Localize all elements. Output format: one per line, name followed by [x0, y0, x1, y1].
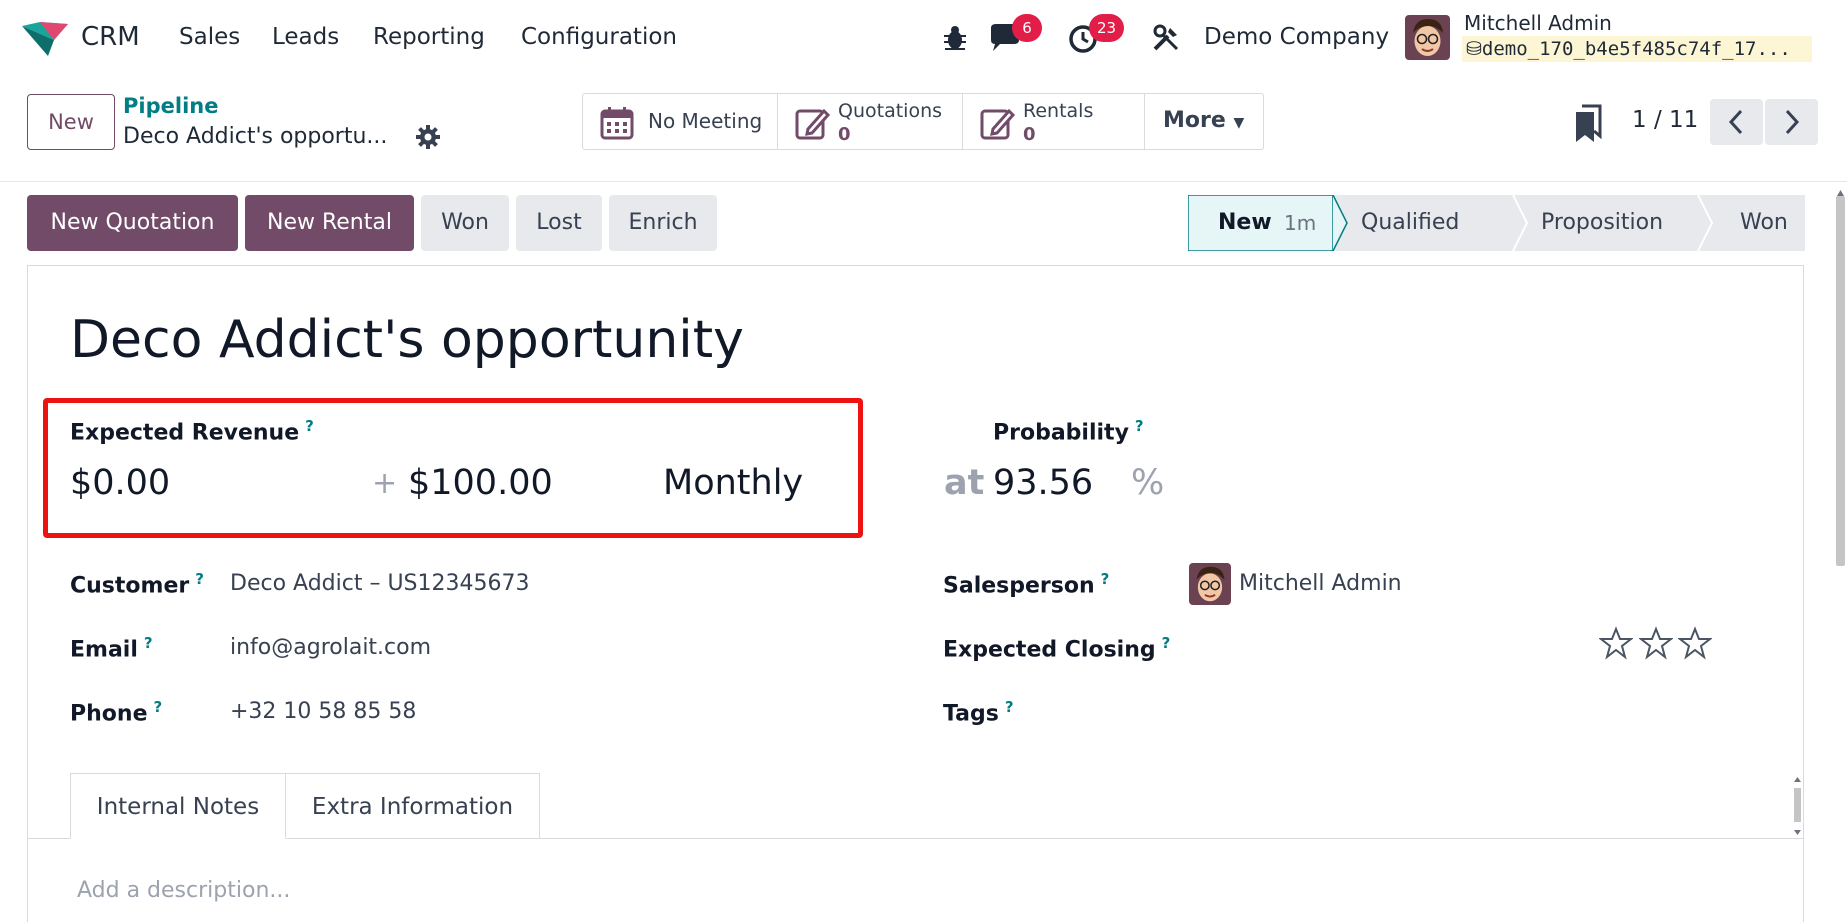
lost-button[interactable]: Lost	[516, 195, 602, 251]
description-input[interactable]: Add a description...	[77, 878, 290, 903]
inner-scrollbar[interactable]	[1791, 774, 1804, 838]
priority-star-icon[interactable]	[1678, 626, 1712, 660]
edit-document-icon	[795, 108, 830, 140]
pager-value[interactable]: 1 / 11	[1632, 107, 1698, 133]
chevron-right-icon	[1785, 109, 1800, 135]
calendar-icon	[600, 107, 634, 140]
quotations-label: Quotations	[838, 100, 943, 122]
priority-star-icon[interactable]	[1639, 626, 1673, 660]
opportunity-title[interactable]: Deco Addict's opportunity	[70, 310, 744, 370]
rentals-label: Rentals	[1023, 100, 1094, 122]
tab-internal-notes[interactable]: Internal Notes	[70, 773, 286, 839]
stage-won[interactable]: Won	[1712, 195, 1805, 251]
activities-badge: 23	[1089, 14, 1125, 42]
caret-down-icon: ▼	[1233, 115, 1245, 131]
app-name[interactable]: CRM	[81, 22, 140, 52]
database-icon: ⛁	[1466, 38, 1482, 60]
breadcrumb-current: Deco Addict's opportu...	[123, 124, 388, 149]
stage-proposition[interactable]: Proposition	[1527, 195, 1698, 251]
new-rental-button[interactable]: New Rental	[245, 195, 414, 251]
recurring-plan-field[interactable]: Monthly	[663, 463, 803, 503]
bug-icon[interactable]	[942, 24, 968, 52]
company-switcher[interactable]: Demo Company	[1204, 24, 1389, 50]
email-field[interactable]: info@agrolait.com	[230, 635, 431, 660]
stage-pipeline: New 1m Qualified Proposition Won	[1188, 195, 1805, 251]
breadcrumb-pipeline[interactable]: Pipeline	[123, 94, 218, 118]
menu-configuration[interactable]: Configuration	[521, 24, 677, 50]
salesperson-label: Salesperson?	[943, 570, 1110, 599]
chevron-left-icon	[1728, 109, 1743, 135]
at-label: at	[944, 463, 985, 503]
messages-badge: 6	[1012, 14, 1042, 42]
won-button[interactable]: Won	[421, 195, 509, 251]
help-tooltip: ?	[1161, 634, 1171, 652]
percent-sign: %	[1131, 463, 1165, 503]
expected-revenue-label: Expected Revenue?	[70, 417, 314, 446]
tags-label: Tags?	[943, 698, 1014, 727]
meeting-label: No Meeting	[648, 109, 763, 133]
menu-leads[interactable]: Leads	[272, 24, 339, 50]
help-tooltip: ?	[153, 698, 163, 716]
meeting-smart-button[interactable]: No Meeting	[583, 94, 778, 149]
help-tooltip: ?	[305, 417, 314, 435]
more-label: More ▼	[1163, 108, 1245, 133]
stage-new[interactable]: New 1m	[1188, 195, 1333, 251]
help-tooltip: ?	[143, 634, 153, 652]
rentals-count: 0	[1023, 124, 1036, 145]
gear-icon[interactable]	[415, 124, 441, 150]
tools-icon[interactable]	[1152, 24, 1180, 52]
probability-field[interactable]: 93.56	[993, 463, 1093, 503]
edit-document-icon	[980, 108, 1015, 140]
new-record-button[interactable]: New	[27, 94, 115, 150]
help-tooltip: ?	[1004, 698, 1014, 716]
bookmark-icon	[1576, 104, 1602, 142]
user-avatar[interactable]	[1405, 15, 1450, 60]
priority-star-icon[interactable]	[1599, 626, 1633, 660]
menu-reporting[interactable]: Reporting	[373, 24, 485, 50]
quotations-smart-button[interactable]: Quotations 0	[778, 94, 963, 149]
rentals-smart-button[interactable]: Rentals 0	[963, 94, 1145, 149]
salesperson-field[interactable]: Mitchell Admin	[1239, 571, 1402, 596]
help-tooltip: ?	[1100, 570, 1110, 588]
customer-label: Customer?	[70, 570, 204, 599]
plus-sign: +	[372, 466, 398, 501]
pager-next-button[interactable]	[1765, 99, 1818, 145]
stage-qualified[interactable]: Qualified	[1347, 195, 1513, 251]
smart-buttons: No Meeting Quotations 0 Rentals 0 More ▼	[582, 93, 1264, 150]
help-tooltip: ?	[195, 570, 204, 588]
enrich-button[interactable]: Enrich	[609, 195, 717, 251]
stage-duration: 1m	[1284, 211, 1317, 235]
help-tooltip: ?	[1134, 417, 1144, 435]
new-quotation-button[interactable]: New Quotation	[27, 195, 238, 251]
salesperson-avatar	[1189, 563, 1231, 605]
quotations-count: 0	[838, 124, 851, 145]
phone-label: Phone?	[70, 698, 163, 727]
database-name: ⛁demo_170_b4e5f485c74f_17...	[1462, 36, 1812, 62]
email-label: Email?	[70, 634, 153, 663]
recurring-revenue-field[interactable]: $100.00	[408, 463, 553, 503]
expected-closing-label: Expected Closing?	[943, 634, 1171, 663]
expected-revenue-field[interactable]: $0.00	[70, 463, 170, 503]
page-scrollbar-thumb[interactable]	[1836, 196, 1845, 566]
crm-logo-icon[interactable]	[20, 18, 70, 58]
probability-label: Probability?	[993, 417, 1144, 446]
customer-field[interactable]: Deco Addict – US12345673	[230, 571, 529, 596]
pager-previous-button[interactable]	[1710, 99, 1763, 145]
top-navbar: CRM Sales Leads Reporting Configuration …	[0, 0, 1847, 77]
more-dropdown[interactable]: More ▼	[1145, 94, 1263, 149]
user-name[interactable]: Mitchell Admin	[1464, 11, 1612, 35]
menu-sales[interactable]: Sales	[179, 24, 240, 50]
tab-extra-information[interactable]: Extra Information	[286, 773, 540, 839]
phone-field[interactable]: +32 10 58 85 58	[230, 699, 416, 724]
